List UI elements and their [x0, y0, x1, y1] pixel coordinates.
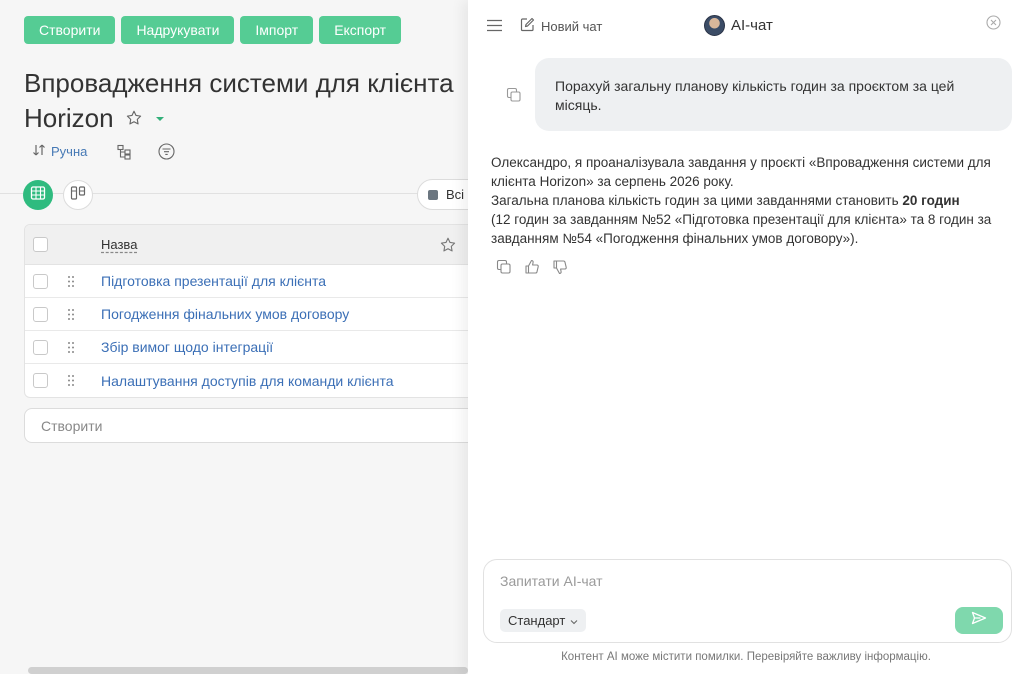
ai-message: Олександро, я проаналізувала завдання у …	[491, 153, 1001, 248]
table-row[interactable]: Підготовка презентації для клієнта	[25, 265, 483, 298]
mode-label: Стандарт	[508, 613, 566, 628]
page-title: Впровадження системи для клієнта Horizon	[24, 66, 474, 136]
project-panel: Створити Надрукувати Імпорт Експорт Впро…	[0, 0, 487, 674]
toolbar: Створити Надрукувати Імпорт Експорт	[24, 16, 402, 44]
user-message: Порахуй загальну планову кількість годин…	[535, 58, 1012, 131]
thumbs-up-icon[interactable]	[524, 259, 540, 280]
ai-message-actions	[496, 259, 568, 280]
create-task-input[interactable]: Створити	[24, 408, 484, 443]
all-filter-label: Всі	[446, 187, 465, 202]
copy-icon[interactable]	[496, 259, 512, 280]
create-button[interactable]: Створити	[24, 16, 116, 44]
favorite-star-icon[interactable]	[125, 101, 143, 136]
row-checkbox[interactable]	[33, 339, 48, 355]
hierarchy-icon[interactable]	[116, 144, 132, 160]
chat-input-box[interactable]: Запитати AI-чат Стандарт	[483, 559, 1012, 643]
new-chat-label: Новий чат	[541, 18, 603, 34]
select-all-checkbox[interactable]	[33, 237, 48, 252]
send-button[interactable]	[955, 607, 1003, 634]
chat-input-placeholder[interactable]: Запитати AI-чат	[500, 573, 603, 589]
sort-label: Ручна	[51, 144, 88, 159]
filter-icon[interactable]	[158, 143, 175, 160]
ai-avatar	[704, 15, 725, 36]
kanban-icon	[70, 185, 86, 206]
task-name-link[interactable]: Підготовка презентації для клієнта	[101, 273, 326, 289]
table-view-button[interactable]	[23, 180, 53, 210]
drag-handle-icon[interactable]	[67, 308, 75, 326]
copy-icon[interactable]	[506, 87, 522, 108]
all-filter-icon	[428, 189, 438, 200]
drag-handle-icon[interactable]	[67, 374, 75, 392]
sort-button[interactable]: Ручна	[32, 143, 87, 160]
sort-icon	[32, 143, 46, 160]
task-name-link[interactable]: Збір вимог щодо інтеграції	[101, 339, 273, 355]
print-button[interactable]: Надрукувати	[121, 16, 235, 44]
title-dropdown-icon[interactable]	[156, 116, 165, 121]
ai-message-highlight: 20 годин	[902, 193, 960, 208]
new-chat-button[interactable]: Новий чат	[520, 17, 602, 35]
table-row[interactable]: Погодження фінальних умов договору	[25, 298, 483, 331]
row-checkbox[interactable]	[33, 273, 48, 289]
task-name-link[interactable]: Погодження фінальних умов договору	[101, 306, 349, 322]
task-name-link[interactable]: Налаштування доступів для команди клієнт…	[101, 373, 394, 389]
chevron-down-icon	[570, 613, 578, 628]
thumbs-down-icon[interactable]	[552, 259, 568, 280]
send-icon	[971, 611, 987, 630]
edit-icon	[520, 17, 535, 35]
import-button[interactable]: Імпорт	[240, 16, 314, 44]
kanban-view-button[interactable]	[63, 180, 93, 210]
column-header-name[interactable]: Назва	[101, 237, 137, 252]
chat-header: Новий чат AI-чат	[468, 0, 1024, 52]
row-checkbox[interactable]	[33, 306, 48, 322]
ai-disclaimer: Контент AI може містити помилки. Перевір…	[561, 651, 931, 663]
close-icon[interactable]	[986, 15, 1001, 35]
chat-title: AI-чат	[704, 15, 773, 36]
horizontal-scrollbar[interactable]	[28, 667, 468, 674]
table-header: Назва	[25, 225, 483, 265]
table-grid-icon	[30, 185, 46, 206]
ai-message-line: Загальна планова кількість годин за цими…	[491, 191, 1001, 210]
table-row[interactable]: Налаштування доступів для команди клієнт…	[25, 364, 483, 397]
page-title-text: Впровадження системи для клієнта Horizon	[24, 68, 454, 133]
menu-icon[interactable]	[487, 19, 502, 37]
ai-message-line: (12 годин за завданням №52 «Підготовка п…	[491, 212, 992, 246]
column-favorite-star-icon[interactable]	[439, 236, 457, 259]
ai-message-line: Олександро, я проаналізувала завдання у …	[491, 155, 991, 189]
mode-select[interactable]: Стандарт	[500, 609, 587, 632]
row-checkbox[interactable]	[33, 373, 48, 388]
ai-message-text: Загальна планова кількість годин за цими…	[491, 193, 903, 208]
chat-title-text: AI-чат	[731, 17, 773, 34]
drag-handle-icon[interactable]	[67, 341, 75, 359]
table-row[interactable]: Збір вимог щодо інтеграції	[25, 331, 483, 364]
tasks-table: Назва Підготовка презентації для клієнта…	[24, 224, 484, 398]
drag-handle-icon[interactable]	[67, 275, 75, 293]
export-button[interactable]: Експорт	[319, 16, 402, 44]
view-options: Ручна	[32, 143, 175, 160]
ai-chat-panel: Новий чат AI-чат Порахуй загальну планов…	[468, 0, 1024, 674]
create-task-placeholder: Створити	[41, 417, 103, 434]
